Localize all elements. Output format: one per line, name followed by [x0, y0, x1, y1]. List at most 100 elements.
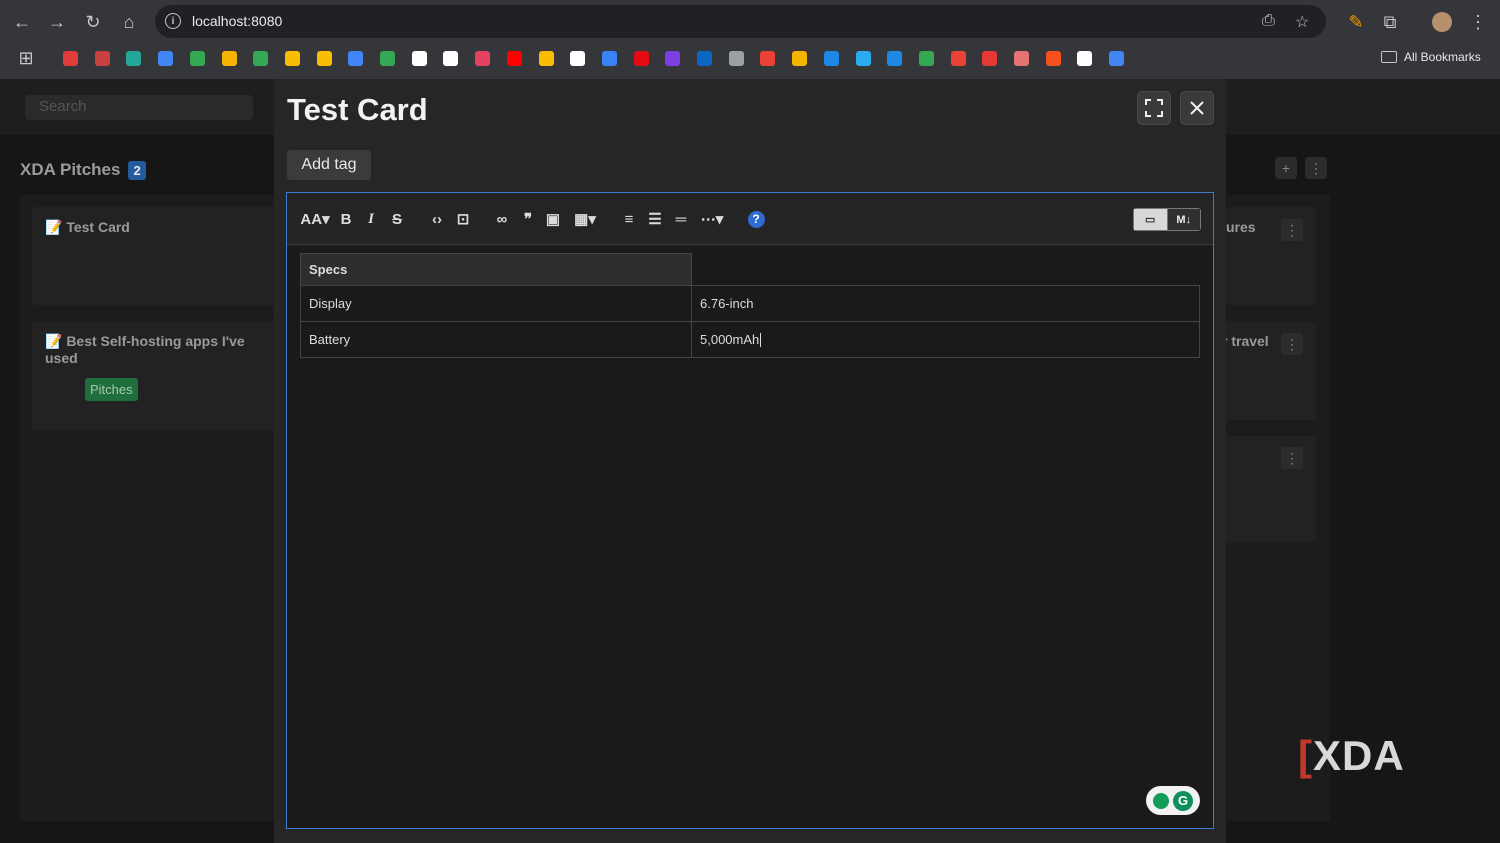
strikethrough-button[interactable]: S: [389, 209, 405, 229]
bookmark-favicon-icon[interactable]: [348, 51, 364, 66]
modal-title[interactable]: Test Card: [287, 92, 428, 128]
bookmark-favicon-icon[interactable]: [1014, 51, 1029, 66]
home-icon[interactable]: ⌂: [115, 8, 143, 36]
quote-icon[interactable]: ❞: [519, 209, 537, 229]
extension-key-icon[interactable]: ✎: [1342, 8, 1370, 36]
table-header-cell[interactable]: Specs: [300, 253, 692, 286]
bookmark-favicon-icon[interactable]: [1077, 51, 1093, 66]
table-cell[interactable]: 6.76-inch: [691, 285, 1200, 322]
bookmark-star-icon[interactable]: ☆: [1295, 12, 1309, 32]
fullscreen-button[interactable]: [1137, 91, 1171, 125]
code-block-icon[interactable]: ⊡: [454, 209, 472, 229]
unordered-list-icon[interactable]: ☰: [646, 209, 664, 229]
bookmark-favicon-icon[interactable]: [94, 51, 110, 66]
bold-button[interactable]: B: [338, 209, 354, 229]
bookmark-favicon-icon[interactable]: [538, 51, 554, 66]
site-info-icon[interactable]: i: [165, 13, 181, 29]
bookmark-favicon-icon[interactable]: [284, 51, 300, 66]
reload-icon[interactable]: ↻: [79, 8, 107, 36]
column-menu-icon[interactable]: ⋮: [1305, 157, 1327, 179]
bookmark-favicon-icon[interactable]: [950, 51, 966, 66]
bookmark-favicon-icon[interactable]: [855, 51, 871, 66]
table-cell[interactable]: Battery: [300, 321, 692, 358]
column-title: XDA Pitches 2: [20, 160, 146, 180]
bookmark-favicon-icon[interactable]: [792, 51, 808, 66]
extensions-puzzle-icon[interactable]: ⧉: [1376, 8, 1404, 36]
bookmark-favicon-icon[interactable]: [823, 51, 839, 66]
forward-icon[interactable]: →: [43, 8, 71, 36]
table-header-row: Specs: [300, 253, 1200, 286]
italic-button[interactable]: I: [363, 209, 379, 229]
card-menu-icon[interactable]: ⋮: [1281, 219, 1303, 241]
bookmark-favicon-icon[interactable]: [506, 51, 522, 66]
table-header-cell-empty: [692, 254, 1200, 286]
back-icon[interactable]: ←: [8, 8, 36, 36]
address-url[interactable]: localhost:8080: [192, 13, 282, 29]
bookmark-favicon-icon[interactable]: [728, 51, 744, 66]
address-bar[interactable]: i localhost:8080 ⎙ ☆: [155, 5, 1326, 38]
add-tag-button[interactable]: Add tag: [287, 150, 371, 180]
card-tag-pitches: Pitches: [85, 378, 138, 401]
install-app-icon[interactable]: ⎙: [1262, 12, 1275, 30]
close-icon: [1190, 101, 1204, 115]
image-icon[interactable]: ▣: [544, 209, 562, 229]
table-cell-active[interactable]: 5,000mAh: [691, 321, 1200, 358]
bookmark-favicon-icon[interactable]: [760, 51, 776, 66]
folder-icon: [1381, 51, 1397, 63]
apps-grid-icon[interactable]: ⊞: [12, 44, 40, 72]
text-caret: [760, 333, 762, 348]
more-options-icon[interactable]: ⋯▾: [698, 209, 726, 229]
card-title: r travel: [1222, 333, 1269, 349]
horizontal-rule-icon[interactable]: ═: [672, 209, 690, 229]
bookmark-favicon-icon[interactable]: [380, 51, 395, 66]
bookmark-favicon-icon[interactable]: [665, 51, 681, 66]
assistant-icon: [1153, 792, 1169, 809]
bookmark-favicon-icon[interactable]: [253, 51, 269, 66]
bookmark-favicon-icon[interactable]: [887, 51, 903, 66]
markdown-mode-button[interactable]: M↓: [1166, 209, 1200, 230]
bookmark-favicon-icon[interactable]: [189, 51, 205, 66]
editor-mode-switch: ▭ M↓: [1133, 208, 1201, 231]
bookmark-favicon-icon[interactable]: [63, 51, 78, 66]
board-search-input[interactable]: Search: [25, 95, 253, 120]
bookmark-favicon-icon[interactable]: [158, 51, 174, 66]
grammarly-widget[interactable]: G: [1146, 786, 1200, 815]
bookmark-favicon-icon[interactable]: [443, 51, 459, 66]
bookmark-favicon-icon[interactable]: [411, 51, 427, 66]
profile-avatar[interactable]: [1428, 8, 1456, 36]
wysiwyg-mode-icon[interactable]: ▭: [1134, 209, 1167, 230]
bookmark-favicon-icon[interactable]: [633, 51, 649, 66]
bookmark-favicon-icon[interactable]: [316, 51, 332, 66]
fullscreen-icon: [1145, 99, 1163, 117]
help-icon[interactable]: ?: [747, 209, 765, 229]
grammarly-icon: G: [1173, 790, 1193, 811]
close-button[interactable]: [1180, 91, 1214, 125]
bookmark-favicon-icon[interactable]: [697, 51, 712, 66]
table-row: Display 6.76-inch: [300, 285, 1200, 322]
table-dropdown-icon[interactable]: ▦▾: [570, 209, 600, 229]
column-count-badge: 2: [128, 160, 146, 180]
xda-watermark: [XDA: [1298, 732, 1405, 779]
bookmark-favicon-icon[interactable]: [1045, 51, 1061, 66]
code-icon[interactable]: ‹›: [428, 209, 446, 229]
browser-menu-icon[interactable]: ⋮: [1464, 8, 1492, 36]
card-menu-icon[interactable]: ⋮: [1281, 447, 1303, 469]
bookmark-favicon-icon[interactable]: [570, 51, 586, 66]
bookmark-favicon-icon[interactable]: [1109, 51, 1125, 66]
ordered-list-icon[interactable]: ≡: [620, 209, 638, 229]
spec-table: Specs Display 6.76-inch Battery 5,000mAh: [300, 253, 1200, 358]
bookmark-favicon-icon[interactable]: [601, 51, 617, 66]
bookmark-favicon-icon[interactable]: [918, 51, 934, 66]
bookmark-favicon-icon[interactable]: [982, 51, 998, 66]
add-card-icon[interactable]: +: [1275, 157, 1297, 179]
all-bookmarks-button[interactable]: All Bookmarks: [1381, 50, 1481, 64]
font-size-dropdown[interactable]: AA ▾: [300, 209, 329, 229]
card-title: ures: [1226, 219, 1256, 235]
bookmark-favicon-icon[interactable]: [126, 51, 142, 66]
link-icon[interactable]: ∞: [493, 209, 511, 229]
bookmark-favicon-icon[interactable]: [221, 51, 237, 66]
table-cell[interactable]: Display: [300, 285, 692, 322]
bookmark-favicon-icon[interactable]: [475, 51, 491, 66]
card-menu-icon[interactable]: ⋮: [1281, 333, 1303, 355]
card-title: 📝 Best Self-hosting apps I've used: [45, 333, 245, 366]
